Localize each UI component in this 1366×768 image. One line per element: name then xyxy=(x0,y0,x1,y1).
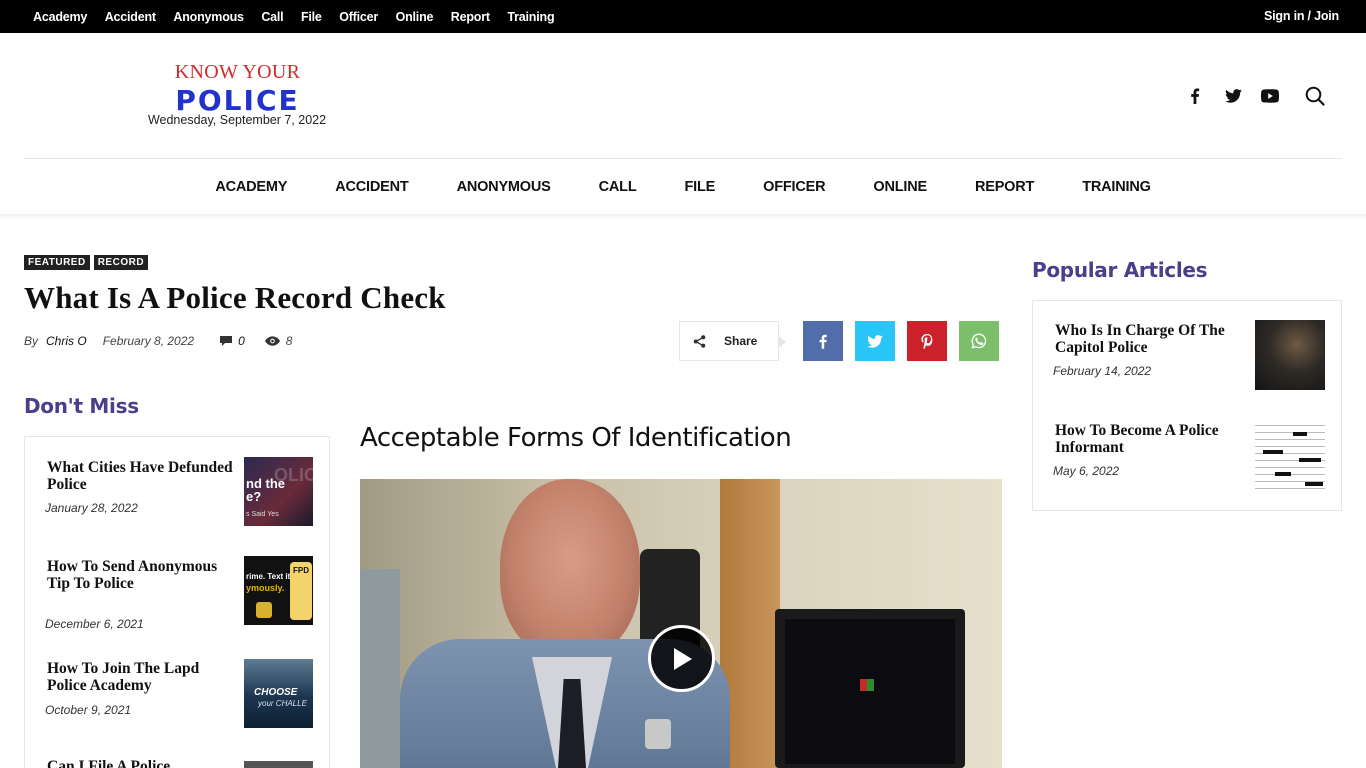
top-menu-item-online[interactable]: Online xyxy=(396,10,434,24)
eye-icon xyxy=(264,336,280,346)
dont-miss-title: Don't Miss xyxy=(24,394,139,418)
share-icon xyxy=(693,334,706,348)
share-label: Share xyxy=(724,334,758,348)
nav-item-call[interactable]: CALL xyxy=(599,179,637,195)
twitter-icon xyxy=(867,334,883,348)
share-facebook-button[interactable] xyxy=(803,321,843,361)
dont-miss-box: What Cities Have Defunded Police January… xyxy=(24,436,330,768)
nav-item-anonymous[interactable]: ANONYMOUS xyxy=(457,179,551,195)
search-icon[interactable] xyxy=(1304,84,1326,108)
thumbnail-image[interactable] xyxy=(1255,422,1325,492)
site-logo[interactable]: KNOW YOUR POLICE xyxy=(140,60,335,117)
tag-featured[interactable]: FEATURED xyxy=(24,255,90,270)
share-label-box[interactable]: Share xyxy=(679,321,786,361)
article-title: What Is A Police Record Check xyxy=(24,280,446,315)
thumbnail-image[interactable] xyxy=(1255,320,1325,390)
nav-item-accident[interactable]: ACCIDENT xyxy=(335,179,409,195)
top-menu-item-anonymous[interactable]: Anonymous xyxy=(173,10,244,24)
header-date: Wednesday, September 7, 2022 xyxy=(147,113,327,127)
author-link[interactable]: Chris O xyxy=(46,334,87,348)
thumbnail-image[interactable]: rime. Text it. ymously. FPD xyxy=(244,556,313,625)
top-menu-item-officer[interactable]: Officer xyxy=(339,10,378,24)
article-meta: By Chris O February 8, 2022 0 8 xyxy=(24,333,312,349)
by-label: By xyxy=(24,334,39,348)
video-player[interactable] xyxy=(360,479,1002,768)
top-menu-item-training[interactable]: Training xyxy=(507,10,554,24)
comment-count-value: 0 xyxy=(238,334,245,348)
top-menu-item-report[interactable]: Report xyxy=(451,10,490,24)
facebook-icon[interactable] xyxy=(1185,84,1205,108)
comment-icon xyxy=(220,336,233,346)
popular-item-date: February 14, 2022 xyxy=(1053,364,1152,378)
dont-miss-item-date: January 28, 2022 xyxy=(45,501,138,515)
tag-record[interactable]: RECORD xyxy=(93,255,149,270)
main-navigation: ACADEMY ACCIDENT ANONYMOUS CALL FILE OFF… xyxy=(0,159,1366,215)
publish-date: February 8, 2022 xyxy=(102,334,195,348)
dont-miss-item-date: December 6, 2021 xyxy=(45,617,144,631)
sign-in-link[interactable]: Sign in / Join xyxy=(1264,0,1339,33)
top-menu-item-call[interactable]: Call xyxy=(261,10,283,24)
popular-item-date: May 6, 2022 xyxy=(1053,464,1120,478)
logo-line-1: KNOW YOUR xyxy=(174,61,301,83)
share-pinterest-button[interactable] xyxy=(907,321,947,361)
share-twitter-button[interactable] xyxy=(855,321,895,361)
top-menu: Academy Accident Anonymous Call File Off… xyxy=(33,0,572,33)
popular-articles-box: Who Is In Charge Of The Capitol Police F… xyxy=(1032,300,1342,511)
nav-item-file[interactable]: FILE xyxy=(685,179,716,195)
top-menu-item-file[interactable]: File xyxy=(301,10,322,24)
popular-item-title[interactable]: Who Is In Charge Of The Capitol Police xyxy=(1055,322,1235,356)
top-menu-item-accident[interactable]: Accident xyxy=(105,10,156,24)
popular-item-title[interactable]: How To Become A Police Informant xyxy=(1055,422,1235,456)
dont-miss-item-title[interactable]: What Cities Have Defunded Police xyxy=(47,459,237,493)
article-tags: FEATURED RECORD xyxy=(24,255,152,270)
thumbnail-image[interactable]: CHOOSE your CHALLE xyxy=(244,659,313,728)
nav-item-officer[interactable]: OFFICER xyxy=(763,179,825,195)
top-menu-item-academy[interactable]: Academy xyxy=(33,10,87,24)
view-count: 8 xyxy=(264,334,293,348)
dont-miss-item-date: October 9, 2021 xyxy=(45,703,132,717)
whatsapp-icon xyxy=(971,333,987,349)
view-count-value: 8 xyxy=(285,334,293,348)
comment-count[interactable]: 0 xyxy=(220,334,245,348)
pinterest-icon xyxy=(921,333,933,349)
nav-shadow xyxy=(0,214,1366,220)
nav-item-online[interactable]: ONLINE xyxy=(873,179,927,195)
twitter-icon[interactable] xyxy=(1222,84,1244,108)
nav-item-report[interactable]: REPORT xyxy=(975,179,1034,195)
dont-miss-item-title[interactable]: Can I File A Police xyxy=(47,758,237,768)
nav-item-academy[interactable]: ACADEMY xyxy=(215,179,287,195)
thumbnail-image[interactable] xyxy=(244,761,313,768)
play-button[interactable] xyxy=(648,625,715,692)
thumbnail-image[interactable]: nd the e? OLIC s Said Yes xyxy=(244,457,313,526)
facebook-icon xyxy=(819,334,827,349)
article-subheading: Acceptable Forms Of Identification xyxy=(360,423,792,453)
share-whatsapp-button[interactable] xyxy=(959,321,999,361)
play-icon xyxy=(673,647,692,670)
dont-miss-item-title[interactable]: How To Join The Lapd Police Academy xyxy=(47,660,237,694)
top-bar: Academy Accident Anonymous Call File Off… xyxy=(0,0,1366,33)
dont-miss-item-title[interactable]: How To Send Anonymous Tip To Police xyxy=(47,558,237,592)
nav-item-training[interactable]: TRAINING xyxy=(1082,179,1151,195)
popular-articles-title: Popular Articles xyxy=(1032,258,1208,282)
youtube-icon[interactable] xyxy=(1259,84,1281,108)
